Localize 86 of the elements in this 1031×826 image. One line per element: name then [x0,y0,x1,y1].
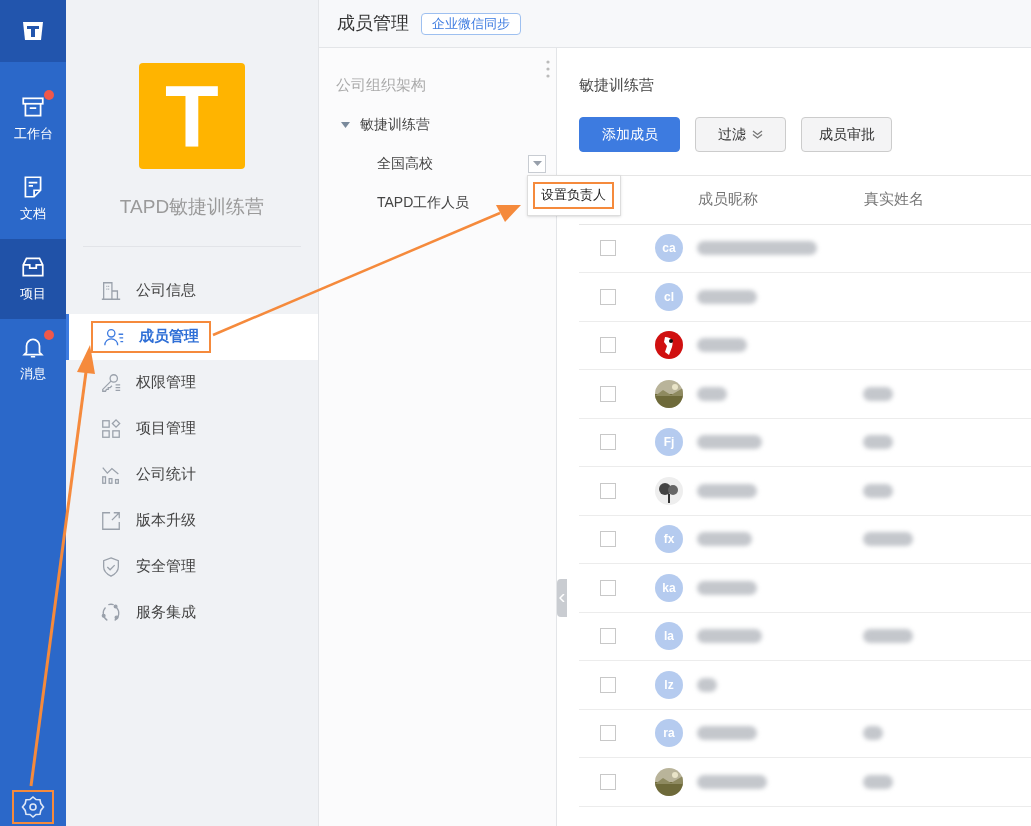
cycle-icon [100,601,122,624]
nav-label: 权限管理 [136,372,196,393]
nav-label: 安全管理 [136,556,196,577]
settings-button[interactable] [12,790,54,824]
nav-item[interactable]: 公司统计 [66,451,318,498]
filter-button[interactable]: 过滤 [695,116,786,152]
avatar: lz [655,670,683,699]
sync-button[interactable]: 企业微信同步 [421,12,521,35]
nav-item[interactable]: 权限管理 [66,359,318,406]
nav-item[interactable]: 公司信息 [66,267,318,314]
blurred-text [697,629,762,644]
nav-label: 成员管理 [139,326,199,347]
row-checkbox[interactable] [600,725,616,742]
rail-label: 文档 [20,205,46,224]
tree-node[interactable]: TAPD工作人员 [377,192,470,213]
company-logo: T [139,63,245,169]
nav-label: 服务集成 [136,602,196,623]
nav-item[interactable]: 项目管理 [66,405,318,452]
tree-node[interactable]: 全国高校 [377,153,433,174]
menu-item[interactable]: 设置负责人 [533,181,614,209]
avatar: cl [655,282,683,311]
dropdown-toggle[interactable] [528,154,546,173]
nav-label: 公司信息 [136,280,196,301]
chevron-left-icon [559,594,565,602]
rail-item[interactable]: 文档 [0,159,66,239]
company-name: TAPD敏捷训练营 [118,195,266,219]
row-checkbox[interactable] [600,531,616,548]
rail-label: 项目 [20,285,46,304]
avatar: ka [655,573,683,602]
avatar: ca [655,234,683,263]
blurred-text [697,580,757,595]
row-checkbox[interactable] [600,482,616,499]
collapse-handle[interactable] [557,579,567,617]
nav-label: 公司统计 [136,464,196,485]
row-checkbox[interactable] [600,434,616,451]
blurred-text [697,483,757,498]
rail-item[interactable]: 工作台 [0,79,66,159]
rail-item[interactable]: 消息 [0,319,66,399]
building-icon [100,279,122,302]
blurred-text [697,386,727,401]
chevron-down-icon [752,129,763,139]
nav-item[interactable]: 服务集成 [66,589,318,636]
blurred-text [697,677,717,692]
rail-label: 工作台 [13,125,53,144]
nav-item[interactable]: 成员管理 [66,313,318,360]
tree-node[interactable]: 敏捷训练营 [319,114,556,135]
caret-icon [341,121,350,128]
more-icon [546,60,550,78]
row-checkbox[interactable] [600,337,616,354]
logo-icon [21,19,45,43]
nav-label: 项目管理 [136,418,196,439]
row-checkbox[interactable] [600,628,616,645]
add-member-button[interactable]: 添加成员 [579,116,680,152]
row-checkbox[interactable] [600,240,616,257]
column-header: 成员昵称 [698,189,758,210]
group-title: 敏捷训练营 [579,75,655,95]
rail-item[interactable]: 项目 [0,239,66,319]
avatar: fx [655,525,683,554]
row-checkbox[interactable] [600,773,616,790]
approval-button[interactable]: 成员审批 [801,116,892,152]
nav-label: 版本升级 [136,510,196,531]
nav-item[interactable]: 安全管理 [66,543,318,590]
row-checkbox[interactable] [600,288,616,305]
blurred-text [697,338,747,353]
blurred-text [697,774,767,789]
row-checkbox[interactable] [600,385,616,402]
caret-icon [532,161,542,166]
column-header: 真实姓名 [864,189,924,210]
settings-icon [21,795,45,819]
rail-label: 消息 [20,365,46,384]
avatar: ra [655,719,683,748]
shield-icon [100,555,122,578]
avatar: la [655,622,683,651]
key-icon [100,371,122,394]
blurred-text [697,532,752,547]
nav-item[interactable]: 版本升级 [66,497,318,544]
row-checkbox[interactable] [600,676,616,693]
page-title: 成员管理 [337,12,409,35]
blurred-text [697,726,757,741]
blurred-text [697,289,757,304]
blurred-text [697,435,762,450]
row-checkbox[interactable] [600,579,616,596]
avatar: Fj [655,428,683,457]
tree-heading: 公司组织架构 [335,75,427,95]
grid-icon [100,417,122,440]
external-link-icon [100,509,122,532]
